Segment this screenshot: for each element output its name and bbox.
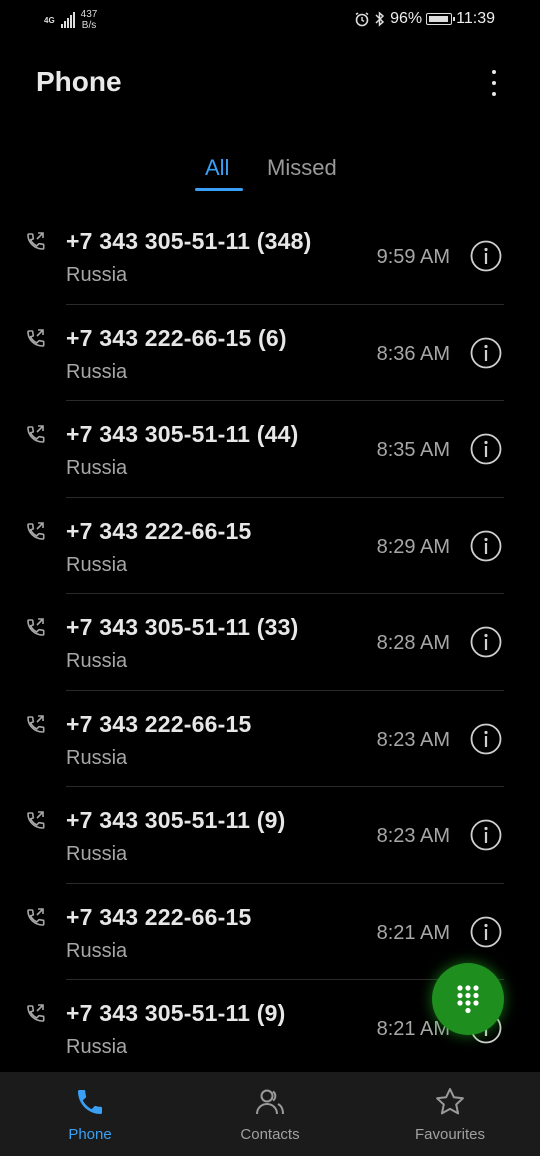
outgoing-call-icon [24,520,48,544]
call-time: 8:23 AM [376,825,450,847]
call-location: Russia [66,843,128,865]
network-speed-value: 437 [80,9,98,20]
page-title: Phone [36,66,122,97]
outgoing-call-icon [24,616,48,640]
outgoing-call-icon [24,1002,48,1026]
bottom-navigation: Phone Contacts Favourites [0,1072,540,1156]
nav-favourites[interactable]: Favourites [360,1072,540,1156]
call-log-row[interactable]: +7 343 305-51-11 (44) Russia 8:35 AM [0,401,540,498]
call-time: 8:21 AM [376,921,450,944]
alarm-icon [355,12,369,27]
status-right: 96% 11:39 [354,10,495,28]
tab-bar: All Missed [0,152,540,192]
call-location: Russia [66,457,128,479]
more-dot [492,92,496,96]
network-speed-unit: B/s [81,20,97,31]
call-log-row[interactable]: +7 343 222-66-15 (6) Russia 8:36 AM [0,305,540,401]
more-options-button[interactable] [484,68,504,98]
nav-favourites-label: Favourites [414,1126,486,1143]
call-number: +7 343 222-66-15 (6) [66,324,287,351]
info-icon[interactable] [470,530,502,562]
call-log-row[interactable]: +7 343 222-66-15 Russia 8:23 AM [0,691,540,787]
info-icon[interactable] [470,819,502,851]
dialpad-icon [457,985,479,1014]
info-icon[interactable] [470,723,502,755]
nav-phone[interactable]: Phone [0,1072,180,1156]
call-time: 8:36 AM [376,342,450,365]
info-icon[interactable] [470,433,502,465]
call-number: +7 343 222-66-15 [66,517,252,544]
tab-all[interactable]: All [205,155,229,181]
call-time: 9:59 AM [376,246,450,268]
call-location: Russia [66,553,128,576]
bluetooth-icon [375,11,385,27]
contacts-icon [256,1089,284,1115]
info-icon[interactable] [470,240,502,272]
call-location: Russia [66,746,128,769]
battery-icon [426,13,456,25]
call-number: +7 343 305-51-11 (44) [66,421,299,447]
call-number: +7 343 305-51-11 (9) [66,807,286,833]
call-log-row[interactable]: +7 343 222-66-15 Russia 8:29 AM [0,498,540,594]
call-time: 8:29 AM [376,535,450,558]
tab-missed[interactable]: Missed [267,155,337,181]
outgoing-call-icon [24,906,48,930]
phone-icon [78,1090,102,1114]
call-time: 8:35 AM [376,439,450,461]
call-number: +7 343 305-51-11 (33) [66,614,299,640]
star-icon [436,1088,464,1115]
signal-icon [60,12,75,28]
active-tab-indicator [195,188,243,191]
call-log-row[interactable]: +7 343 305-51-11 (348) Russia 9:59 AM [0,208,540,305]
call-number: +7 343 305-51-11 (9) [66,1000,286,1026]
call-log-row[interactable]: +7 343 305-51-11 (33) Russia 8:28 AM [0,594,540,691]
nav-phone-label: Phone [68,1126,112,1143]
info-icon[interactable] [470,337,502,369]
info-icon[interactable] [470,626,502,658]
clock: 11:39 [456,10,495,27]
outgoing-call-icon [24,327,48,351]
call-number: +7 343 305-51-11 (348) [66,228,312,254]
status-left: 4G 437 B/s [44,9,97,31]
call-number: +7 343 222-66-15 [66,710,252,737]
call-number: +7 343 222-66-15 [66,903,252,930]
info-icon[interactable] [470,916,502,948]
call-time: 8:23 AM [376,728,450,751]
network-type: 4G [44,15,55,25]
outgoing-call-icon [24,423,48,447]
status-bar: 4G 437 B/s 96% 11:39 [0,0,540,40]
call-location: Russia [66,360,128,383]
outgoing-call-icon [24,809,48,833]
outgoing-call-icon [24,230,48,254]
call-time: 8:28 AM [376,632,450,654]
call-log-list: +7 343 305-51-11 (348) Russia 9:59 AM +7 34… [0,208,540,1077]
outgoing-call-icon [24,713,48,737]
battery-percent: 96% [390,10,423,27]
call-location: Russia [66,1036,128,1058]
more-dot [492,70,496,74]
more-dot [492,81,496,85]
network-speed: 437 B/s [81,9,98,31]
call-location: Russia [66,264,128,286]
nav-contacts-label: Contacts [240,1126,300,1143]
call-location: Russia [66,650,128,672]
call-location: Russia [66,939,128,962]
nav-contacts[interactable]: Contacts [180,1072,360,1156]
call-log-row[interactable]: +7 343 305-51-11 (9) Russia 8:23 AM [0,787,540,884]
dialpad-button[interactable] [432,963,504,1035]
